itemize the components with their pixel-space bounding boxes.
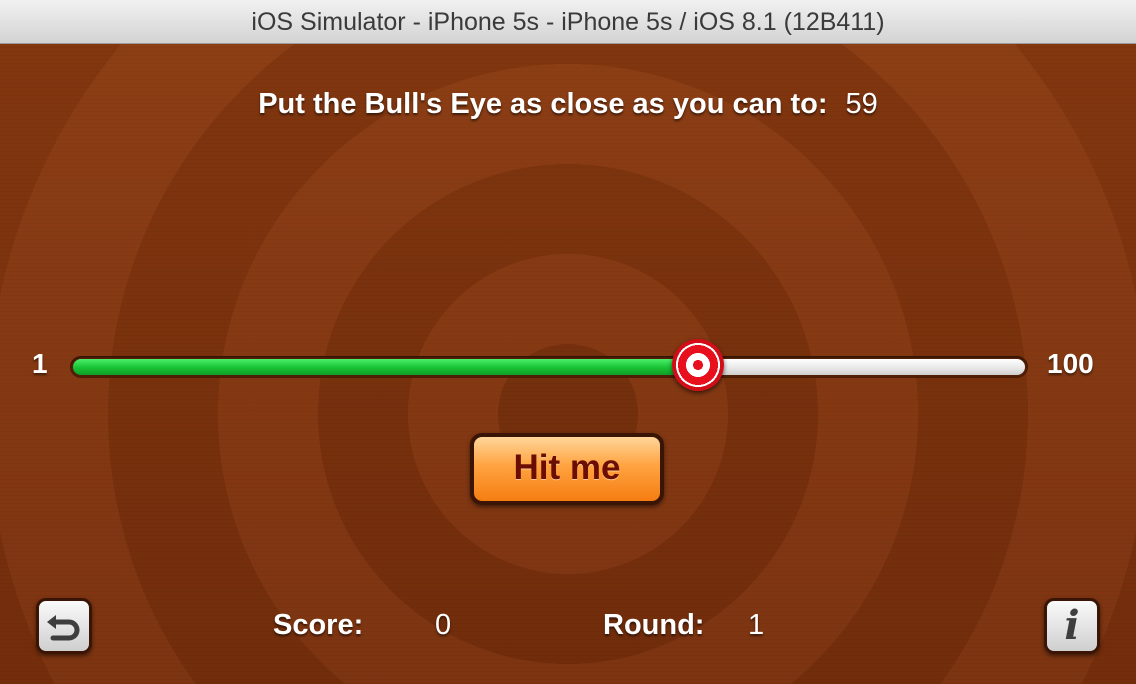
round-value: 1 xyxy=(748,609,765,641)
target-value: 59 xyxy=(845,88,878,120)
simulator-window: iOS Simulator - iPhone 5s - iPhone 5s / … xyxy=(0,0,1136,684)
target-prompt: Put the Bull's Eye as close as you can t… xyxy=(0,88,1136,121)
bullseye-slider[interactable] xyxy=(70,339,1028,391)
round-label: Round: xyxy=(603,609,705,641)
hit-me-button[interactable]: Hit me xyxy=(470,433,664,505)
target-prompt-text: Put the Bull's Eye as close as you can t… xyxy=(258,88,828,120)
slider-min-label: 1 xyxy=(32,348,48,379)
start-over-button[interactable] xyxy=(36,598,92,654)
score-value: 0 xyxy=(435,609,452,641)
info-button[interactable]: i xyxy=(1044,598,1100,654)
game-screen: Put the Bull's Eye as close as you can t… xyxy=(0,44,1136,684)
info-icon: i xyxy=(1064,602,1080,649)
slider-thumb-bullseye-icon[interactable] xyxy=(672,339,725,391)
slider-max-label: 100 xyxy=(1047,348,1094,379)
slider-fill xyxy=(73,359,699,375)
window-title: iOS Simulator - iPhone 5s - iPhone 5s / … xyxy=(0,0,1136,44)
undo-arrow-icon xyxy=(47,615,80,641)
slider-remaining-track xyxy=(698,359,1025,375)
score-label: Score: xyxy=(273,609,364,641)
